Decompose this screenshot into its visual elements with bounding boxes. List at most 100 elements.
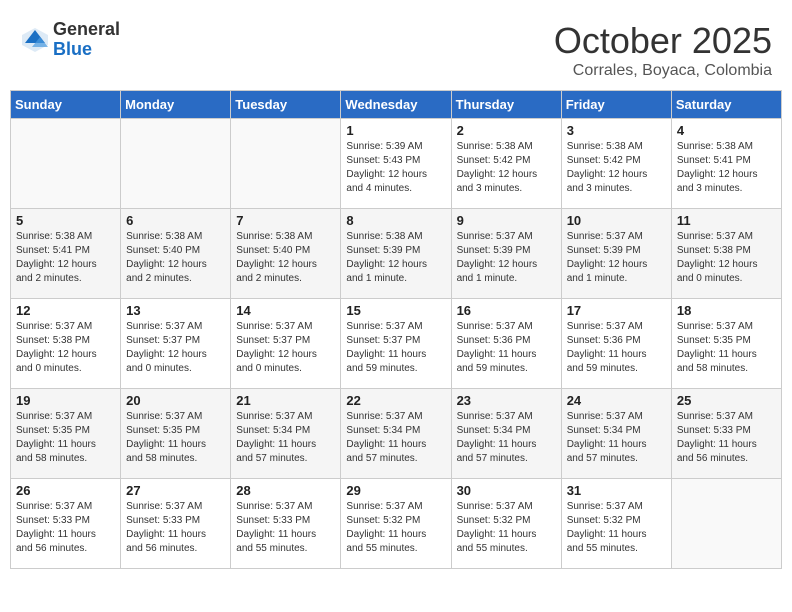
day-number: 8 [346, 213, 445, 228]
calendar-cell: 13 Sunrise: 5:37 AM Sunset: 5:37 PM Dayli… [121, 299, 231, 389]
day-info: Sunrise: 5:38 AM Sunset: 5:40 PM Dayligh… [126, 230, 225, 286]
day-info: Sunrise: 5:37 AM Sunset: 5:33 PM Dayligh… [677, 410, 776, 466]
day-number: 20 [126, 393, 225, 408]
calendar-cell: 23Sunrise: 5:37 AM Sunset: 5:34 PM Dayli… [451, 389, 561, 479]
logo-blue: Blue [53, 40, 120, 60]
day-info: Sunrise: 5:37 AM Sunset: 5:38 PM Dayligh… [16, 320, 115, 376]
calendar-cell: 16Sunrise: 5:37 AM Sunset: 5:36 PM Dayli… [451, 299, 561, 389]
day-info: Sunrise: 5:37 AM Sunset: 5:39 PM Dayligh… [567, 230, 666, 286]
calendar-cell: 31Sunrise: 5:37 AM Sunset: 5:32 PM Dayli… [561, 479, 671, 569]
logo-text: General Blue [53, 20, 120, 60]
calendar-cell: 11 Sunrise: 5:37 AM Sunset: 5:38 PM Dayli… [671, 209, 781, 299]
day-number: 25 [677, 393, 776, 408]
day-info: Sunrise: 5:37 AM Sunset: 5:39 PM Dayligh… [457, 230, 556, 286]
calendar-week-row: 1 Sunrise: 5:39 AM Sunset: 5:43 PM Daylig… [11, 119, 782, 209]
day-number: 12 [16, 303, 115, 318]
weekday-header: Tuesday [231, 91, 341, 119]
day-number: 10 [567, 213, 666, 228]
day-info: Sunrise: 5:37 AM Sunset: 5:34 PM Dayligh… [567, 410, 666, 466]
calendar-cell: 8 Sunrise: 5:38 AM Sunset: 5:39 PM Daylig… [341, 209, 451, 299]
day-number: 22 [346, 393, 445, 408]
calendar-cell: 26 Sunrise: 5:37 AM Sunset: 5:33 PM Dayli… [11, 479, 121, 569]
day-info: Sunrise: 5:37 AM Sunset: 5:36 PM Dayligh… [567, 320, 666, 376]
calendar-cell: 24Sunrise: 5:37 AM Sunset: 5:34 PM Dayli… [561, 389, 671, 479]
calendar-cell: 30 Sunrise: 5:37 AM Sunset: 5:32 PM Dayli… [451, 479, 561, 569]
day-info: Sunrise: 5:38 AM Sunset: 5:41 PM Dayligh… [16, 230, 115, 286]
day-info: Sunrise: 5:37 AM Sunset: 5:33 PM Dayligh… [16, 500, 115, 556]
day-number: 9 [457, 213, 556, 228]
day-info: Sunrise: 5:37 AM Sunset: 5:33 PM Dayligh… [236, 500, 335, 556]
day-info: Sunrise: 5:38 AM Sunset: 5:42 PM Dayligh… [567, 140, 666, 196]
day-number: 11 [677, 213, 776, 228]
month-title: October 2025 [554, 20, 772, 62]
day-info: Sunrise: 5:38 AM Sunset: 5:40 PM Dayligh… [236, 230, 335, 286]
calendar-cell: 29Sunrise: 5:37 AM Sunset: 5:32 PM Dayli… [341, 479, 451, 569]
calendar-week-row: 5 Sunrise: 5:38 AM Sunset: 5:41 PM Daylig… [11, 209, 782, 299]
day-number: 7 [236, 213, 335, 228]
day-info: Sunrise: 5:37 AM Sunset: 5:38 PM Dayligh… [677, 230, 776, 286]
calendar-week-row: 19 Sunrise: 5:37 AM Sunset: 5:35 PM Dayli… [11, 389, 782, 479]
day-info: Sunrise: 5:37 AM Sunset: 5:32 PM Dayligh… [346, 500, 445, 556]
calendar-cell: 4 Sunrise: 5:38 AM Sunset: 5:41 PM Daylig… [671, 119, 781, 209]
day-number: 26 [16, 483, 115, 498]
day-number: 3 [567, 123, 666, 138]
calendar: SundayMondayTuesdayWednesdayThursdayFrid… [10, 90, 782, 569]
day-number: 13 [126, 303, 225, 318]
day-info: Sunrise: 5:37 AM Sunset: 5:37 PM Dayligh… [126, 320, 225, 376]
day-info: Sunrise: 5:37 AM Sunset: 5:34 PM Dayligh… [236, 410, 335, 466]
calendar-cell: 18Sunrise: 5:37 AM Sunset: 5:35 PM Dayli… [671, 299, 781, 389]
calendar-header: SundayMondayTuesdayWednesdayThursdayFrid… [11, 91, 782, 119]
logo-general: General [53, 20, 120, 40]
calendar-cell [231, 119, 341, 209]
day-number: 15 [346, 303, 445, 318]
weekday-header: Saturday [671, 91, 781, 119]
calendar-cell: 17 Sunrise: 5:37 AM Sunset: 5:36 PM Dayli… [561, 299, 671, 389]
calendar-cell: 25 Sunrise: 5:37 AM Sunset: 5:33 PM Dayli… [671, 389, 781, 479]
day-number: 2 [457, 123, 556, 138]
calendar-week-row: 26 Sunrise: 5:37 AM Sunset: 5:33 PM Dayli… [11, 479, 782, 569]
day-number: 21 [236, 393, 335, 408]
day-number: 5 [16, 213, 115, 228]
calendar-cell: 15 Sunrise: 5:37 AM Sunset: 5:37 PM Dayli… [341, 299, 451, 389]
day-info: Sunrise: 5:37 AM Sunset: 5:35 PM Dayligh… [677, 320, 776, 376]
day-info: Sunrise: 5:38 AM Sunset: 5:41 PM Dayligh… [677, 140, 776, 196]
day-info: Sunrise: 5:37 AM Sunset: 5:36 PM Dayligh… [457, 320, 556, 376]
calendar-cell: 20Sunrise: 5:37 AM Sunset: 5:35 PM Dayli… [121, 389, 231, 479]
calendar-cell: 14Sunrise: 5:37 AM Sunset: 5:37 PM Dayli… [231, 299, 341, 389]
calendar-cell [121, 119, 231, 209]
calendar-cell: 10 Sunrise: 5:37 AM Sunset: 5:39 PM Dayli… [561, 209, 671, 299]
weekday-header: Thursday [451, 91, 561, 119]
day-number: 17 [567, 303, 666, 318]
day-info: Sunrise: 5:37 AM Sunset: 5:37 PM Dayligh… [236, 320, 335, 376]
calendar-cell: 12 Sunrise: 5:37 AM Sunset: 5:38 PM Dayli… [11, 299, 121, 389]
day-info: Sunrise: 5:37 AM Sunset: 5:37 PM Dayligh… [346, 320, 445, 376]
day-info: Sunrise: 5:37 AM Sunset: 5:32 PM Dayligh… [457, 500, 556, 556]
calendar-cell: 22Sunrise: 5:37 AM Sunset: 5:34 PM Dayli… [341, 389, 451, 479]
weekday-header: Friday [561, 91, 671, 119]
logo-icon [20, 25, 50, 55]
day-number: 28 [236, 483, 335, 498]
day-info: Sunrise: 5:37 AM Sunset: 5:34 PM Dayligh… [457, 410, 556, 466]
day-info: Sunrise: 5:37 AM Sunset: 5:35 PM Dayligh… [16, 410, 115, 466]
day-info: Sunrise: 5:37 AM Sunset: 5:33 PM Dayligh… [126, 500, 225, 556]
day-number: 30 [457, 483, 556, 498]
calendar-week-row: 12 Sunrise: 5:37 AM Sunset: 5:38 PM Dayli… [11, 299, 782, 389]
calendar-cell: 28 Sunrise: 5:37 AM Sunset: 5:33 PM Dayli… [231, 479, 341, 569]
day-info: Sunrise: 5:39 AM Sunset: 5:43 PM Dayligh… [346, 140, 445, 196]
calendar-cell [11, 119, 121, 209]
day-info: Sunrise: 5:37 AM Sunset: 5:32 PM Dayligh… [567, 500, 666, 556]
location: Corrales, Boyaca, Colombia [554, 62, 772, 80]
weekday-row: SundayMondayTuesdayWednesdayThursdayFrid… [11, 91, 782, 119]
day-number: 4 [677, 123, 776, 138]
calendar-cell: 7 Sunrise: 5:38 AM Sunset: 5:40 PM Daylig… [231, 209, 341, 299]
title-area: October 2025 Corrales, Boyaca, Colombia [554, 20, 772, 80]
day-info: Sunrise: 5:38 AM Sunset: 5:39 PM Dayligh… [346, 230, 445, 286]
day-number: 6 [126, 213, 225, 228]
day-number: 1 [346, 123, 445, 138]
calendar-cell: 3 Sunrise: 5:38 AM Sunset: 5:42 PM Daylig… [561, 119, 671, 209]
day-number: 19 [16, 393, 115, 408]
weekday-header: Monday [121, 91, 231, 119]
calendar-cell: 1 Sunrise: 5:39 AM Sunset: 5:43 PM Daylig… [341, 119, 451, 209]
calendar-cell: 27Sunrise: 5:37 AM Sunset: 5:33 PM Dayli… [121, 479, 231, 569]
calendar-cell: 2Sunrise: 5:38 AM Sunset: 5:42 PM Daylig… [451, 119, 561, 209]
